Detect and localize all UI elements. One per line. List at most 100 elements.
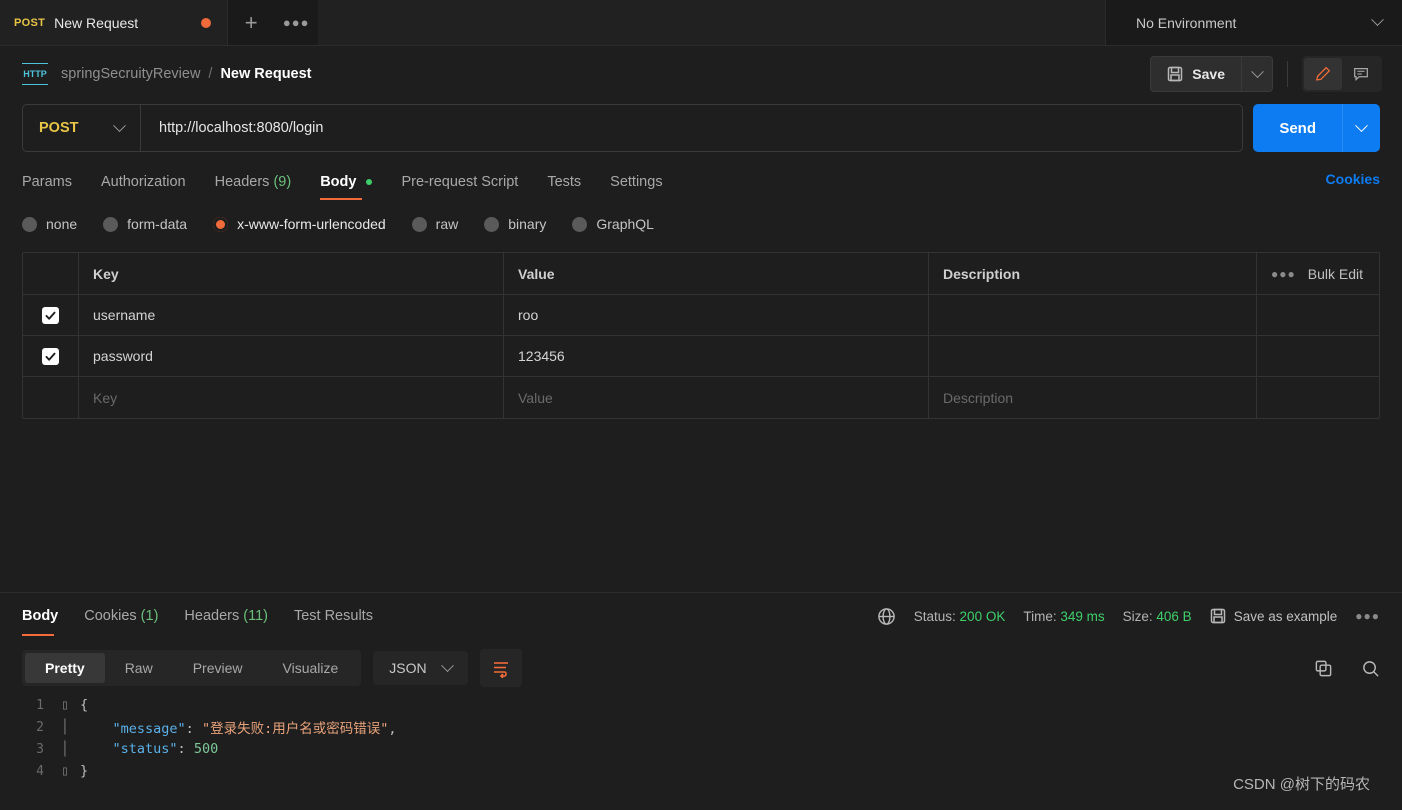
- edit-button[interactable]: [1304, 58, 1342, 90]
- ellipsis-icon[interactable]: ●●●: [1355, 609, 1380, 623]
- response-toolbar: Pretty Raw Preview Visualize JSON: [0, 646, 1402, 690]
- save-as-example-button[interactable]: Save as example: [1210, 608, 1338, 624]
- cookies-link[interactable]: Cookies: [1326, 171, 1380, 197]
- row-description[interactable]: [929, 295, 1257, 335]
- row-key[interactable]: username: [79, 295, 504, 335]
- tab-settings[interactable]: Settings: [610, 168, 662, 200]
- code-line-text: {: [80, 697, 89, 713]
- save-button[interactable]: Save: [1150, 56, 1241, 92]
- body-type-x-www-form-urlencoded[interactable]: x-www-form-urlencoded: [213, 216, 386, 232]
- response-tab-body[interactable]: Body: [22, 602, 58, 636]
- body-type-form-data[interactable]: form-data: [103, 216, 187, 232]
- send-options-button[interactable]: [1342, 104, 1380, 152]
- row-key-placeholder[interactable]: Key: [79, 377, 504, 418]
- tab-headers[interactable]: Headers (9): [215, 168, 292, 200]
- code-fold-gutter[interactable]: │: [58, 719, 72, 735]
- code-line-number: 1: [36, 697, 44, 713]
- search-icon[interactable]: [1361, 659, 1380, 678]
- time-value: 349 ms: [1060, 608, 1105, 624]
- view-pretty[interactable]: Pretty: [25, 653, 105, 683]
- url-bar: POST http://localhost:8080/login: [22, 104, 1244, 152]
- tab-body[interactable]: Body: [320, 168, 373, 200]
- table-row[interactable]: password 123456: [23, 336, 1379, 377]
- response-tab-test-results[interactable]: Test Results: [294, 602, 373, 636]
- chevron-down-icon: [1355, 118, 1368, 132]
- request-section-tabs: Params Authorization Headers (9) Body Pr…: [0, 168, 1402, 200]
- code-fold-gutter[interactable]: │: [58, 741, 72, 757]
- url-input[interactable]: http://localhost:8080/login: [141, 120, 1242, 136]
- view-preview[interactable]: Preview: [173, 653, 263, 683]
- row-value-placeholder[interactable]: Value: [504, 377, 929, 418]
- response-tab-cookies-label: Cookies: [84, 608, 137, 624]
- comment-icon: [1354, 67, 1368, 82]
- body-type-radio-group: none form-data x-www-form-urlencoded raw…: [0, 216, 1402, 232]
- size-group: Size: 406 B: [1123, 609, 1192, 624]
- body-type-binary[interactable]: binary: [484, 216, 546, 232]
- response-tab-body-label: Body: [22, 608, 59, 624]
- wrap-lines-button[interactable]: [479, 649, 522, 687]
- request-tab-new-request[interactable]: POST New Request: [0, 0, 229, 45]
- row-description-placeholder[interactable]: Description: [929, 377, 1257, 418]
- code-fold-gutter[interactable]: ▯: [58, 697, 72, 713]
- breadcrumb-collection[interactable]: springSecruityReview: [61, 66, 200, 82]
- chevron-down-icon: [440, 658, 454, 672]
- row-checkbox[interactable]: [23, 336, 79, 376]
- tab-authorization-label: Authorization: [100, 174, 186, 190]
- toolbar-divider: [1287, 61, 1288, 87]
- row-key[interactable]: password: [79, 336, 504, 376]
- response-body-viewer[interactable]: 1 ▯ {2 │ "message": "登录失败:用户名或密码错误", 3 │ "sta…: [0, 690, 1402, 810]
- chevron-down-icon: [1371, 13, 1384, 27]
- tab-authorization[interactable]: Authorization: [101, 168, 186, 200]
- response-tab-headers[interactable]: Headers (11): [184, 602, 268, 636]
- bulk-edit-link[interactable]: Bulk Edit: [1308, 266, 1363, 282]
- environment-label: No Environment: [1136, 14, 1237, 31]
- body-type-raw[interactable]: raw: [411, 216, 458, 232]
- row-tools: [1257, 295, 1379, 335]
- send-group: Send: [1253, 104, 1380, 152]
- ellipsis-icon[interactable]: ●●●: [274, 0, 318, 46]
- save-options-button[interactable]: [1241, 56, 1273, 92]
- row-value[interactable]: roo: [504, 295, 929, 335]
- row-description[interactable]: [929, 336, 1257, 376]
- tab-pre-request-script-label: Pre-request Script: [401, 174, 519, 190]
- table-row[interactable]: username roo: [23, 295, 1379, 336]
- send-button[interactable]: Send: [1253, 104, 1342, 152]
- tab-pre-request-script[interactable]: Pre-request Script: [401, 168, 518, 200]
- row-checkbox[interactable]: [23, 295, 79, 335]
- view-raw[interactable]: Raw: [105, 653, 173, 683]
- ellipsis-icon[interactable]: ●●●: [1271, 267, 1296, 281]
- radio-selected-icon: [213, 216, 229, 232]
- pencil-icon: [1315, 66, 1331, 81]
- radio-icon: [103, 216, 119, 232]
- response-tab-cookies[interactable]: Cookies (1): [84, 602, 158, 636]
- code-line-text: }: [80, 763, 89, 779]
- http-method-selector[interactable]: POST: [23, 105, 141, 151]
- row-value[interactable]: 123456: [504, 336, 929, 376]
- save-as-example-label: Save as example: [1233, 608, 1338, 624]
- tab-params[interactable]: Params: [22, 168, 72, 200]
- code-line-text: "status": 500: [112, 741, 219, 757]
- tab-tests[interactable]: Tests: [547, 168, 581, 200]
- time-label: Time:: [1023, 608, 1057, 624]
- view-mode-group: [1302, 56, 1382, 92]
- comment-button[interactable]: [1342, 58, 1380, 90]
- row-checkbox-empty[interactable]: [23, 377, 79, 418]
- tab-tests-label: Tests: [547, 174, 582, 190]
- environment-selector[interactable]: No Environment: [1106, 0, 1402, 45]
- breadcrumb-row: HTTP springSecruityReview / New Request …: [0, 46, 1402, 102]
- tab-body-label: Body: [320, 174, 357, 190]
- copy-icon[interactable]: [1314, 659, 1333, 678]
- header-key: Key: [79, 253, 504, 294]
- response-format-selector[interactable]: JSON: [373, 651, 468, 685]
- code-fold-gutter[interactable]: ▯: [58, 763, 72, 779]
- view-visualize[interactable]: Visualize: [263, 653, 359, 683]
- status-value: 200 OK: [959, 608, 1006, 624]
- response-pane-divider[interactable]: [0, 592, 1402, 593]
- body-type-graphql[interactable]: GraphQL: [572, 216, 654, 232]
- globe-icon[interactable]: [877, 607, 896, 626]
- plus-icon[interactable]: +: [228, 0, 274, 46]
- code-line: 4 ▯}: [0, 760, 1402, 782]
- body-type-none[interactable]: none: [22, 216, 77, 232]
- header-checkbox-cell: [23, 253, 79, 294]
- table-row-empty[interactable]: Key Value Description: [23, 377, 1379, 418]
